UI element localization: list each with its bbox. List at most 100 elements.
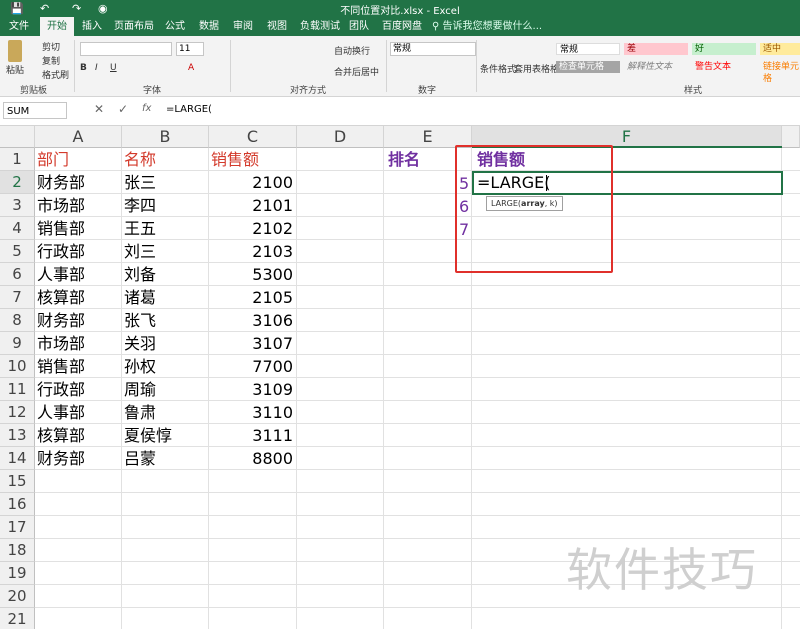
cell-B13[interactable]: 夏侯惇 <box>124 424 172 447</box>
row-header[interactable]: 10 <box>0 355 35 378</box>
row-header[interactable]: 8 <box>0 309 35 332</box>
cell-A5[interactable]: 行政部 <box>37 240 85 263</box>
column-header[interactable]: A <box>35 126 122 148</box>
merge-center-button[interactable]: 合并后居中 <box>334 65 379 78</box>
style-linked-cell[interactable]: 链接单元格 <box>760 61 800 84</box>
cancel-icon[interactable]: ✕ <box>94 102 104 116</box>
cell-C2[interactable]: 2100 <box>209 171 293 194</box>
tab-data[interactable]: 数据 <box>196 17 222 36</box>
tab-file[interactable]: 文件 <box>4 17 34 36</box>
formula-input[interactable]: =LARGE( <box>166 104 212 115</box>
cell-C4[interactable]: 2102 <box>209 217 293 240</box>
header-dept[interactable]: 部门 <box>37 148 69 171</box>
paste-icon[interactable] <box>8 40 22 62</box>
header-sales[interactable]: 销售额 <box>211 148 259 171</box>
cell-B12[interactable]: 鲁肃 <box>124 401 156 424</box>
cell-B6[interactable]: 刘备 <box>124 263 156 286</box>
insert-function-icon[interactable]: fx <box>142 103 151 114</box>
cell-C10[interactable]: 7700 <box>209 355 293 378</box>
header-rank[interactable]: 排名 <box>388 148 420 171</box>
cell-B4[interactable]: 王五 <box>124 217 156 240</box>
column-header[interactable]: C <box>209 126 297 148</box>
style-normal[interactable]: 常规 <box>556 43 620 55</box>
tab-load-test[interactable]: 负载测试 <box>298 17 342 36</box>
cell-C13[interactable]: 3111 <box>209 424 293 447</box>
cell-A8[interactable]: 财务部 <box>37 309 85 332</box>
select-all-corner[interactable] <box>0 126 35 148</box>
row-header[interactable]: 13 <box>0 424 35 447</box>
tab-home[interactable]: 开始 <box>40 17 74 36</box>
style-neutral[interactable]: 适中 <box>760 43 800 55</box>
column-header[interactable]: B <box>122 126 209 148</box>
paste-label[interactable]: 粘贴 <box>6 63 24 76</box>
tab-view[interactable]: 视图 <box>264 17 290 36</box>
cell-C9[interactable]: 3107 <box>209 332 293 355</box>
tab-formulas[interactable]: 公式 <box>162 17 188 36</box>
style-check-cell[interactable]: 检查单元格 <box>556 61 620 73</box>
cell-A13[interactable]: 核算部 <box>37 424 85 447</box>
tab-insert[interactable]: 插入 <box>78 17 106 36</box>
cut-button[interactable]: 剪切 <box>42 40 60 53</box>
style-warning[interactable]: 警告文本 <box>692 61 756 73</box>
row-header[interactable]: 4 <box>0 217 35 240</box>
conditional-format-button[interactable]: 条件格式 <box>480 62 516 75</box>
cell-A10[interactable]: 销售部 <box>37 355 85 378</box>
number-format-select[interactable]: 常规 <box>390 42 476 56</box>
cell-C14[interactable]: 8800 <box>209 447 293 470</box>
cell-A7[interactable]: 核算部 <box>37 286 85 309</box>
cell-B2[interactable]: 张三 <box>124 171 156 194</box>
italic-button[interactable]: I <box>95 63 98 73</box>
row-header[interactable]: 17 <box>0 516 35 539</box>
cell-A11[interactable]: 行政部 <box>37 378 85 401</box>
column-header[interactable]: D <box>297 126 384 148</box>
row-header[interactable]: 6 <box>0 263 35 286</box>
cell-A2[interactable]: 财务部 <box>37 171 85 194</box>
row-header[interactable]: 1 <box>0 148 35 171</box>
row-header[interactable]: 16 <box>0 493 35 516</box>
enter-icon[interactable]: ✓ <box>118 102 128 116</box>
cell-B11[interactable]: 周瑜 <box>124 378 156 401</box>
header-name[interactable]: 名称 <box>124 148 156 171</box>
tab-page-layout[interactable]: 页面布局 <box>112 17 156 36</box>
cell-C5[interactable]: 2103 <box>209 240 293 263</box>
row-header[interactable]: 12 <box>0 401 35 424</box>
cell-A6[interactable]: 人事部 <box>37 263 85 286</box>
tab-review[interactable]: 审阅 <box>230 17 256 36</box>
row-header[interactable]: 7 <box>0 286 35 309</box>
underline-button[interactable]: U <box>110 63 117 73</box>
cell-A14[interactable]: 财务部 <box>37 447 85 470</box>
font-color-button[interactable]: A <box>188 63 194 73</box>
cell-C12[interactable]: 3110 <box>209 401 293 424</box>
row-header[interactable]: 21 <box>0 608 35 629</box>
cell-A12[interactable]: 人事部 <box>37 401 85 424</box>
row-header[interactable]: 11 <box>0 378 35 401</box>
cell-A3[interactable]: 市场部 <box>37 194 85 217</box>
row-header[interactable]: 19 <box>0 562 35 585</box>
cell-B3[interactable]: 李四 <box>124 194 156 217</box>
cell-B14[interactable]: 吕蒙 <box>124 447 156 470</box>
name-box[interactable]: SUM <box>3 102 67 119</box>
font-size-select[interactable]: 11 <box>176 42 204 56</box>
bold-button[interactable]: B <box>80 63 87 73</box>
cell-B10[interactable]: 孙权 <box>124 355 156 378</box>
wrap-text-button[interactable]: 自动换行 <box>334 44 370 57</box>
row-header[interactable]: 2 <box>0 171 35 194</box>
cell-C8[interactable]: 3106 <box>209 309 293 332</box>
cell-A4[interactable]: 销售部 <box>37 217 85 240</box>
format-painter-button[interactable]: 格式刷 <box>42 68 69 81</box>
font-name-select[interactable] <box>80 42 172 56</box>
style-bad[interactable]: 差 <box>624 43 688 55</box>
cell-A9[interactable]: 市场部 <box>37 332 85 355</box>
row-header[interactable]: 5 <box>0 240 35 263</box>
tab-baidu[interactable]: 百度网盘 <box>380 17 424 36</box>
cell-B5[interactable]: 刘三 <box>124 240 156 263</box>
cell-C6[interactable]: 5300 <box>209 263 293 286</box>
row-header[interactable]: 9 <box>0 332 35 355</box>
cell-B8[interactable]: 张飞 <box>124 309 156 332</box>
cell-C7[interactable]: 2105 <box>209 286 293 309</box>
row-header[interactable]: 18 <box>0 539 35 562</box>
cell-C3[interactable]: 2101 <box>209 194 293 217</box>
cell-B9[interactable]: 关羽 <box>124 332 156 355</box>
row-header[interactable]: 20 <box>0 585 35 608</box>
cell-C11[interactable]: 3109 <box>209 378 293 401</box>
